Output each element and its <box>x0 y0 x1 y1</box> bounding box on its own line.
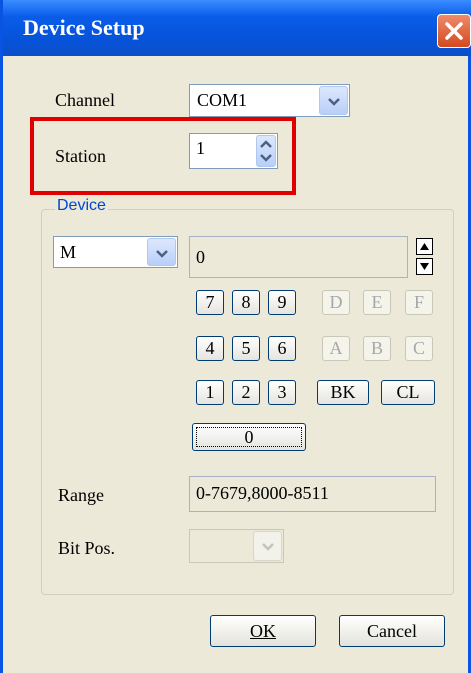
key-6[interactable]: 6 <box>268 336 296 361</box>
station-value: 1 <box>196 138 205 158</box>
key-backspace[interactable]: BK <box>317 380 369 405</box>
key-4[interactable]: 4 <box>196 336 224 361</box>
title-bar[interactable]: Device Setup <box>3 0 471 56</box>
key-a: A <box>322 336 350 361</box>
address-down-button[interactable] <box>416 258 433 275</box>
cancel-button[interactable]: Cancel <box>339 615 445 647</box>
device-setup-dialog: Device Setup Channel COM1 Station 1 Devi… <box>0 0 471 673</box>
bitpos-select <box>189 529 284 563</box>
range-field: 0-7679,8000-8511 <box>189 476 436 512</box>
station-label: Station <box>55 146 107 166</box>
key-7[interactable]: 7 <box>196 290 224 315</box>
channel-select[interactable]: COM1 <box>189 84 350 117</box>
bitpos-dropdown-button <box>253 531 282 561</box>
range-value: 0-7679,8000-8511 <box>196 483 329 503</box>
close-button[interactable] <box>437 14 471 48</box>
key-clear[interactable]: CL <box>381 380 435 405</box>
key-c: C <box>405 336 433 361</box>
station-spinner[interactable] <box>256 135 276 167</box>
triangle-down-icon <box>420 263 429 270</box>
device-address-field[interactable]: 0 <box>189 236 408 278</box>
key-f: F <box>405 290 433 315</box>
window-title: Device Setup <box>23 15 145 40</box>
cancel-label: Cancel <box>367 621 417 641</box>
device-address-value: 0 <box>196 247 205 267</box>
key-3[interactable]: 3 <box>268 380 296 405</box>
bitpos-label: Bit Pos. <box>58 538 116 558</box>
channel-dropdown-button[interactable] <box>319 86 348 115</box>
triangle-up-icon <box>420 243 429 250</box>
close-icon <box>445 22 463 40</box>
key-e: E <box>363 290 391 315</box>
channel-value: COM1 <box>197 90 248 110</box>
device-type-select[interactable]: M <box>53 236 178 268</box>
channel-label: Channel <box>55 90 115 110</box>
key-d: D <box>322 290 350 315</box>
key-0[interactable]: 0 <box>192 423 306 451</box>
chevron-down-icon <box>156 250 168 258</box>
device-group-label: Device <box>55 197 108 215</box>
chevron-down-icon <box>262 543 274 551</box>
spinner-arrows-icon <box>260 140 272 162</box>
key-9[interactable]: 9 <box>268 290 296 315</box>
key-2[interactable]: 2 <box>232 380 260 405</box>
chevron-down-icon <box>328 98 340 106</box>
ok-label: OK <box>250 621 276 641</box>
key-5[interactable]: 5 <box>232 336 260 361</box>
station-input[interactable]: 1 <box>189 133 278 169</box>
device-type-value: M <box>60 242 77 262</box>
key-1[interactable]: 1 <box>196 380 224 405</box>
range-label: Range <box>58 485 104 505</box>
ok-button[interactable]: OK <box>210 615 316 647</box>
key-b: B <box>363 336 391 361</box>
device-type-dropdown-button[interactable] <box>147 238 176 266</box>
address-up-button[interactable] <box>416 238 433 255</box>
key-8[interactable]: 8 <box>232 290 260 315</box>
